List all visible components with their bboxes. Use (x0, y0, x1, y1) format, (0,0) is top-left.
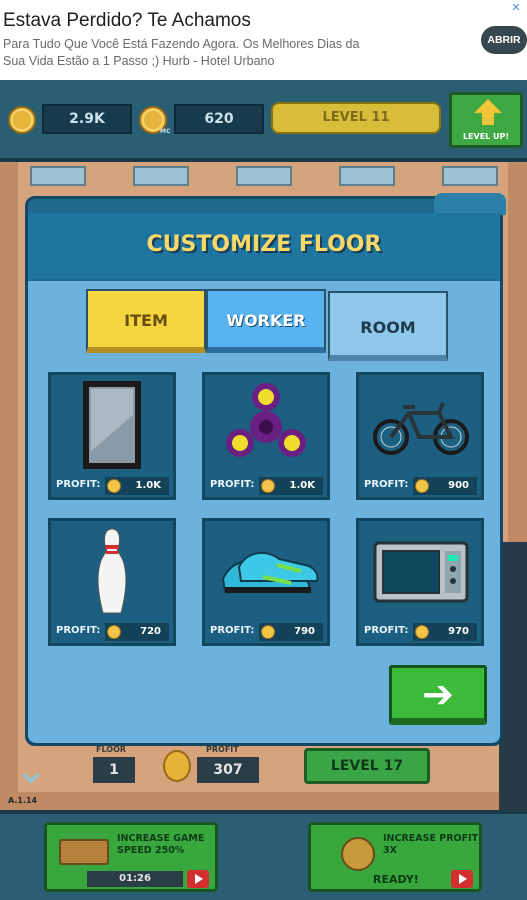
item-profit: PROFIT: 1.0K (205, 475, 327, 497)
ad-banner[interactable]: ✕ Estava Perdido? Te Achamos Para Tudo Q… (0, 0, 527, 80)
mc-tag: MC (160, 128, 171, 135)
window (236, 166, 292, 186)
coin-icon (107, 625, 121, 639)
bowling-pin-icon (97, 528, 127, 614)
video-play-icon[interactable] (187, 870, 209, 888)
modal-title: CUSTOMIZE FLOOR (146, 232, 382, 257)
profit-label: PROFIT: (364, 625, 409, 636)
item-card-fidget-spinner[interactable]: PROFIT: 1.0K (202, 372, 330, 500)
profit-boost-status: READY! (373, 873, 419, 886)
top-hud: 2.9K MC 620 LEVEL 11 LEVEL UP! (0, 80, 527, 162)
speed-boost-icon (59, 839, 109, 865)
window (30, 166, 86, 186)
level-up-button[interactable]: LEVEL UP! (449, 92, 523, 148)
item-profit: PROFIT: 790 (205, 621, 327, 643)
ad-open-button[interactable]: ABRIR (481, 26, 527, 54)
bottom-boost-bar: INCREASE GAME SPEED 250% 01:26 INCREASE … (0, 810, 527, 900)
profit-label: PROFIT: (210, 479, 255, 490)
ad-body[interactable]: Para Tudo Que Você Está Fazendo Agora. O… (3, 36, 363, 70)
coin-icon (261, 625, 275, 639)
coin-icon (261, 479, 275, 493)
item-profit: PROFIT: 720 (51, 621, 173, 643)
item-profit: PROFIT: 970 (359, 621, 481, 643)
window (339, 166, 395, 186)
building-side (499, 542, 527, 842)
profit-boost-title: INCREASE PROFIT 3X (383, 833, 479, 856)
speed-boost-timer: 01:26 (87, 871, 183, 887)
coin-stack-icon (341, 837, 375, 871)
window (442, 166, 498, 186)
video-play-icon[interactable] (451, 870, 473, 888)
profit-boost-button[interactable]: INCREASE PROFIT 3X READY! (308, 822, 482, 892)
up-arrow-stem (482, 112, 494, 125)
chevron-down-icon[interactable]: ⌄ (8, 750, 54, 796)
sneakers-icon (221, 551, 319, 593)
item-card-microwave[interactable]: PROFIT: 970 (356, 518, 484, 646)
ad-close-icon[interactable]: ✕ (509, 1, 523, 15)
item-profit: PROFIT: 900 (359, 475, 481, 497)
coin-icon (107, 479, 121, 493)
profit-label: PROFIT: (56, 625, 101, 636)
coin-stack-icon (163, 750, 191, 782)
tab-room[interactable]: ROOM (328, 291, 448, 361)
level-progress-bar: LEVEL 11 (271, 102, 441, 134)
customize-floor-modal: CUSTOMIZE FLOOR ITEM WORKER ROOM PROFIT:… (25, 193, 506, 746)
coin-icon (8, 106, 36, 134)
floor-profit-label: PROFIT (206, 745, 239, 754)
level-up-label: LEVEL UP! (462, 132, 510, 141)
profit-label: PROFIT: (364, 479, 409, 490)
speed-boost-button[interactable]: INCREASE GAME SPEED 250% 01:26 (44, 822, 218, 892)
mc-count: 620 (174, 104, 264, 134)
arrow-right-icon: ➔ (422, 672, 454, 716)
speed-boost-title: INCREASE GAME SPEED 250% (117, 833, 205, 856)
item-card-bicycle[interactable]: PROFIT: 900 (356, 372, 484, 500)
up-arrow-icon (474, 99, 502, 113)
floor-profit-value: 307 (197, 757, 259, 783)
floor-value: 1 (93, 757, 135, 783)
floor-level-button[interactable]: LEVEL 17 (304, 748, 430, 784)
version-label: A.1.14 (8, 796, 38, 805)
item-profit: PROFIT: 1.0K (51, 475, 173, 497)
coin-icon (415, 625, 429, 639)
profit-label: PROFIT: (210, 625, 255, 636)
tab-item[interactable]: ITEM (86, 289, 206, 353)
next-button[interactable]: ➔ (389, 665, 487, 725)
coin-count: 2.9K (42, 104, 132, 134)
microwave-icon (373, 541, 469, 603)
item-card-sneakers[interactable]: PROFIT: 790 (202, 518, 330, 646)
modal-top-tab (434, 193, 506, 215)
profit-label: PROFIT: (56, 479, 101, 490)
item-card-mirror[interactable]: PROFIT: 1.0K (48, 372, 176, 500)
fidget-spinner-icon (226, 383, 306, 457)
floor-label: FLOOR (96, 745, 127, 754)
item-card-bowling-pin[interactable]: PROFIT: 720 (48, 518, 176, 646)
bicycle-icon (373, 402, 469, 455)
tab-worker[interactable]: WORKER (206, 289, 326, 353)
window (133, 166, 189, 186)
coin-icon (415, 479, 429, 493)
mirror-icon (83, 381, 141, 469)
ad-title[interactable]: Estava Perdido? Te Achamos (3, 10, 251, 32)
